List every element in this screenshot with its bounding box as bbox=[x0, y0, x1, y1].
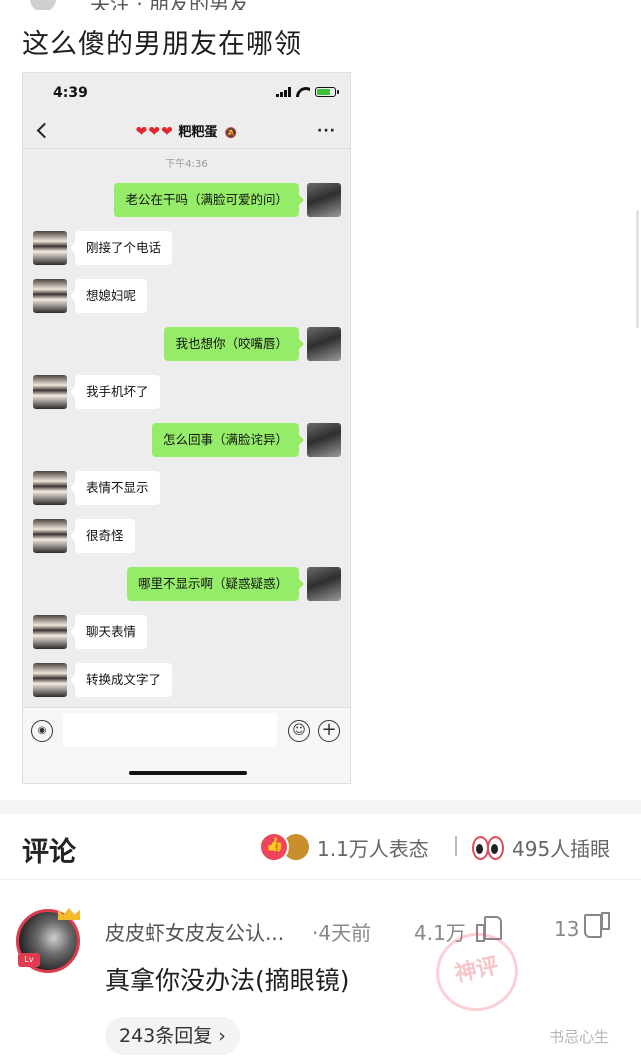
eyes-icon bbox=[470, 832, 506, 862]
comment-item: Lv 皮皮虾女皮友公认... ·4天前 4.1万 13 真拿你没办法(摘眼镜) … bbox=[0, 881, 641, 1059]
message-bubble[interactable]: 老公在干吗（满脸可爱的问） bbox=[114, 183, 304, 217]
comment-time: ·4天前 bbox=[312, 921, 372, 945]
header-separator bbox=[455, 836, 457, 856]
section-divider bbox=[0, 800, 641, 814]
mute-icon: 🔕 bbox=[224, 128, 238, 139]
contact-avatar[interactable] bbox=[33, 471, 67, 505]
message-row-right: 老公在干吗（满脸可爱的问） bbox=[23, 183, 350, 217]
chat-title: ❤❤❤ 粑粑蛋 🔕 bbox=[23, 121, 350, 140]
message-bubble[interactable]: 哪里不显示啊（疑惑疑惑） bbox=[126, 567, 305, 601]
level-badge: Lv bbox=[18, 953, 40, 967]
eyes-count: 495人插眼 bbox=[512, 836, 611, 861]
contact-avatar[interactable] bbox=[33, 519, 67, 553]
plus-icon[interactable]: + bbox=[318, 720, 340, 742]
contact-avatar[interactable] bbox=[33, 615, 67, 649]
message-bubble[interactable]: 转换成文字了 bbox=[69, 663, 173, 697]
eyes-summary[interactable]: 495人插眼 bbox=[470, 832, 610, 862]
message-row-left: 刚接了个电话 bbox=[23, 231, 350, 265]
crown-icon bbox=[56, 903, 82, 921]
reactions-summary[interactable]: 1.1万人表态 bbox=[259, 832, 429, 862]
author-line: 关注 · 朋友的男友 bbox=[90, 0, 249, 10]
battery-icon bbox=[315, 87, 339, 97]
status-time: 4:39 bbox=[53, 85, 88, 101]
chat-contact-name: 粑粑蛋 bbox=[178, 125, 218, 140]
message-row-left: 聊天表情 bbox=[23, 615, 350, 649]
message-row-left: 想媳妇呢 bbox=[23, 279, 350, 313]
emoji-icon[interactable]: ☺ bbox=[288, 720, 310, 742]
self-avatar[interactable] bbox=[307, 183, 341, 217]
chat-nav-bar: ❤❤❤ 粑粑蛋 🔕 ··· bbox=[23, 113, 350, 149]
message-bubble[interactable]: 刚接了个电话 bbox=[69, 231, 173, 265]
commenter-name[interactable]: 皮皮虾女皮友公认... bbox=[105, 917, 284, 946]
status-bar: 4:39 bbox=[23, 73, 350, 113]
message-row-left: 我手机坏了 bbox=[23, 375, 350, 409]
chat-timestamp: 下午4:36 bbox=[165, 159, 208, 170]
contact-avatar[interactable] bbox=[33, 279, 67, 313]
watermark: 书忌心生 bbox=[549, 1028, 610, 1046]
heart-icon: ❤ bbox=[161, 124, 173, 140]
wifi-icon bbox=[296, 87, 310, 97]
self-avatar[interactable] bbox=[307, 327, 341, 361]
like-emoji-icon bbox=[259, 832, 289, 862]
comment-dislike-count: 13 bbox=[554, 917, 580, 941]
message-bubble[interactable]: 怎么回事（满脸诧异） bbox=[151, 423, 305, 457]
message-row-left: 表情不显示 bbox=[23, 471, 350, 505]
message-row-right: 我也想你（咬嘴唇） bbox=[23, 327, 350, 361]
replies-label: 243条回复 bbox=[119, 1025, 213, 1047]
comment-text: 真拿你没办法(摘眼镜) bbox=[105, 966, 350, 995]
top-cut-header: 关注 · 朋友的男友 bbox=[0, 0, 641, 10]
message-row-left: 很奇怪 bbox=[23, 519, 350, 553]
message-row-right: 怎么回事（满脸诧异） bbox=[23, 423, 350, 457]
message-bubble[interactable]: 我手机坏了 bbox=[70, 375, 160, 409]
message-bubble[interactable]: 聊天表情 bbox=[69, 615, 148, 649]
voice-icon[interactable]: ◉ bbox=[31, 720, 53, 742]
message-row-right: 哪里不显示啊（疑惑疑惑） bbox=[23, 567, 350, 601]
chat-input-bar: ◉ ☺ + bbox=[23, 707, 350, 783]
heart-icon: ❤ bbox=[135, 124, 148, 140]
self-avatar[interactable] bbox=[307, 567, 341, 601]
scroll-indicator[interactable] bbox=[636, 210, 639, 328]
more-dots-icon[interactable]: ··· bbox=[317, 123, 336, 139]
signal-icon bbox=[276, 87, 291, 97]
message-bubble[interactable]: 我也想你（咬嘴唇） bbox=[164, 327, 304, 361]
reactions-count: 1.1万人表态 bbox=[317, 836, 429, 861]
heart-icon: ❤ bbox=[148, 124, 161, 140]
status-icons bbox=[276, 87, 339, 97]
thumb-down-icon[interactable] bbox=[586, 914, 610, 940]
author-avatar[interactable] bbox=[30, 0, 56, 10]
contact-avatar[interactable] bbox=[33, 375, 67, 409]
chat-screenshot[interactable]: 4:39 ❤❤❤ 粑粑蛋 🔕 ··· 下午4:36 老公在干吗（满脸可爱的问）刚… bbox=[22, 72, 351, 784]
message-bubble[interactable]: 表情不显示 bbox=[70, 471, 160, 505]
comments-title: 评论 bbox=[22, 837, 76, 868]
contact-avatar[interactable] bbox=[33, 231, 67, 265]
contact-avatar[interactable] bbox=[33, 663, 67, 697]
message-bubble[interactable]: 想媳妇呢 bbox=[69, 279, 148, 313]
comments-header: 评论 1.1万人表态 495人插眼 bbox=[0, 814, 641, 880]
message-row-left: 转换成文字了 bbox=[23, 663, 350, 697]
self-avatar[interactable] bbox=[307, 423, 341, 457]
message-bubble[interactable]: 很奇怪 bbox=[70, 519, 135, 553]
message-input[interactable] bbox=[63, 713, 277, 747]
replies-button[interactable]: 243条回复 › bbox=[105, 1017, 240, 1055]
home-indicator bbox=[129, 771, 247, 775]
post-title: 这么傻的男朋友在哪领 bbox=[22, 29, 302, 60]
